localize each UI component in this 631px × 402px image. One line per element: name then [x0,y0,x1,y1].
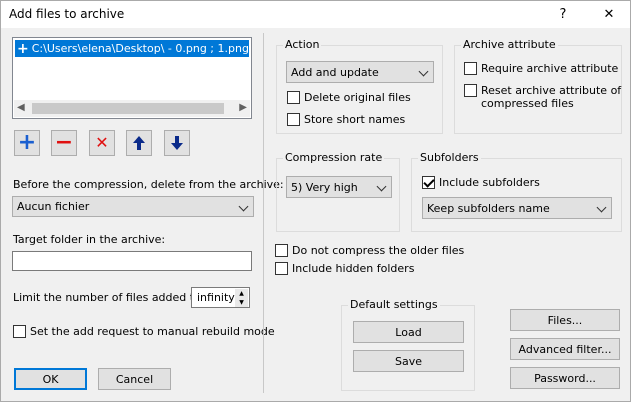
move-up-button[interactable] [126,130,152,156]
arrow-up-icon [133,136,145,150]
move-down-button[interactable] [164,130,190,156]
action-group-title: Action [283,38,322,51]
archive-attribute-group: Archive attribute Require archive attrib… [454,38,622,134]
stepper-up-icon[interactable]: ▲ [235,289,248,298]
store-short-names-checkbox[interactable]: Store short names [287,113,405,126]
checkbox-icon [275,262,288,275]
add-button[interactable]: + [14,130,40,156]
target-folder-label: Target folder in the archive: [13,233,166,246]
checkbox-icon [287,91,300,104]
include-hidden-checkbox[interactable]: Include hidden folders [275,262,414,275]
files-button[interactable]: Files... [510,309,620,331]
chevron-down-icon [240,201,249,210]
horizontal-scrollbar[interactable]: ◀ ▶ [14,100,250,117]
subfolders-title: Subfolders [418,151,481,164]
reset-attribute-checkbox[interactable]: Reset archive attribute of compressed fi… [464,84,621,110]
require-attribute-checkbox[interactable]: Require archive attribute [464,62,618,75]
reset-attribute-label-line1: Reset archive attribute of [481,84,622,97]
ok-button[interactable]: OK [14,368,87,390]
chevron-down-icon [378,181,387,190]
scroll-right-icon[interactable]: ▶ [239,102,247,113]
subfolders-mode-select[interactable]: Keep subfolders name [422,197,612,219]
file-list-item[interactable]: + C:\Users\elena\Desktop\ - 0.png ; 1.pn… [15,40,249,57]
no-compress-older-label: Do not compress the older files [292,244,465,257]
cancel-button[interactable]: Cancel [98,368,171,390]
vertical-separator [263,33,264,393]
file-list[interactable]: + C:\Users\elena\Desktop\ - 0.png ; 1.pn… [12,37,252,119]
compression-rate-title: Compression rate [283,151,385,164]
default-settings-title: Default settings [348,298,440,311]
help-button[interactable]: ? [543,1,583,28]
no-compress-older-checkbox[interactable]: Do not compress the older files [275,244,464,257]
checkbox-icon [287,113,300,126]
compression-rate-value: 5) Very high [291,180,358,194]
default-settings-group: Default settings Load Save [341,298,475,391]
include-subfolders-checkbox[interactable]: Include subfolders [422,176,540,189]
checkbox-checked-icon [422,176,435,189]
add-files-dialog: Add files to archive ? ✕ + C:\Users\elen… [0,0,631,402]
action-select[interactable]: Add and update [286,61,434,83]
compression-rate-group: Compression rate 5) Very high [276,151,400,232]
reset-attribute-label: Reset archive attribute of compressed fi… [481,84,621,110]
minus-icon: − [54,130,74,155]
file-list-item-text: C:\Users\elena\Desktop\ - 0.png ; 1.png … [31,42,249,55]
close-button[interactable]: ✕ [589,1,629,28]
before-compression-label: Before the compression, delete from the … [13,178,284,191]
store-short-names-label: Store short names [304,113,406,126]
checkbox-icon [464,84,477,97]
delete-original-checkbox[interactable]: Delete original files [287,91,411,104]
subfolders-group: Subfolders Include subfolders Keep subfo… [411,151,622,232]
manual-rebuild-label: Set the add request to manual rebuild mo… [30,325,275,338]
x-icon: ✕ [95,133,109,152]
remove-button[interactable]: − [51,130,77,156]
before-compression-value: Aucun fichier [17,200,90,213]
save-button[interactable]: Save [353,350,464,372]
checkbox-icon [13,325,26,338]
arrow-down-icon [171,136,183,150]
action-group: Action Add and update Delete original fi… [276,38,443,134]
require-attribute-label: Require archive attribute [481,62,619,75]
archive-attribute-title: Archive attribute [461,38,558,51]
chevron-down-icon [420,66,429,75]
add-file-icon: + [17,40,29,57]
before-compression-select[interactable]: Aucun fichier [12,196,254,217]
checkbox-icon [464,62,477,75]
password-button[interactable]: Password... [510,367,620,389]
scrollbar-thumb[interactable] [32,103,224,114]
target-folder-input[interactable] [12,251,252,271]
delete-button[interactable]: ✕ [89,130,115,156]
window-title: Add files to archive [9,7,125,21]
limit-stepper[interactable]: infinity ▲ ▼ [191,287,250,308]
subfolders-mode-value: Keep subfolders name [427,201,550,215]
load-button[interactable]: Load [353,321,464,343]
reset-attribute-label-line2: compressed files [481,97,574,110]
scroll-left-icon[interactable]: ◀ [17,102,25,113]
include-hidden-label: Include hidden folders [292,262,415,275]
checkbox-icon [275,244,288,257]
compression-rate-select[interactable]: 5) Very high [286,176,392,198]
delete-original-label: Delete original files [304,91,411,104]
include-subfolders-label: Include subfolders [439,176,540,189]
plus-icon: + [17,130,37,155]
advanced-filter-button[interactable]: Advanced filter... [510,338,620,360]
title-bar: Add files to archive ? ✕ [1,1,630,28]
stepper-down-icon[interactable]: ▼ [235,298,248,307]
action-value: Add and update [291,65,379,79]
limit-value: infinity [197,291,235,304]
limit-label: Limit the number of files added to: [13,291,205,304]
chevron-down-icon [598,202,607,211]
manual-rebuild-checkbox[interactable]: Set the add request to manual rebuild mo… [13,325,275,338]
